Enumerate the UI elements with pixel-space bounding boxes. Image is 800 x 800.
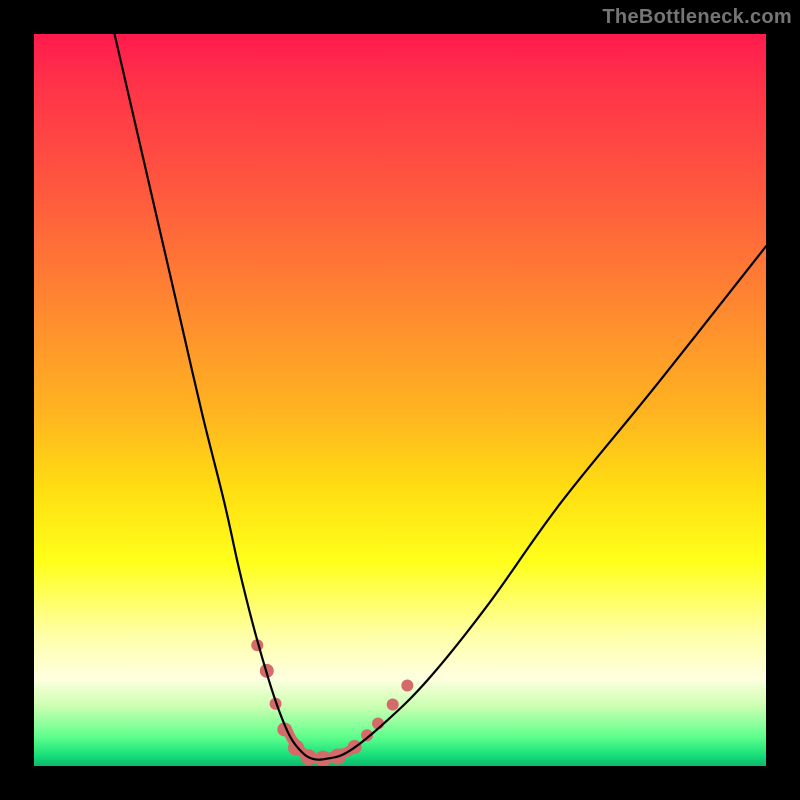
- plot-area: [34, 34, 766, 766]
- chart-frame: TheBottleneck.com: [0, 0, 800, 800]
- attribution-text: TheBottleneck.com: [602, 6, 792, 29]
- marker-dot: [401, 679, 413, 691]
- curve-svg: [34, 34, 766, 766]
- marker-dot: [387, 699, 399, 711]
- bottleneck-curve-line: [115, 34, 766, 760]
